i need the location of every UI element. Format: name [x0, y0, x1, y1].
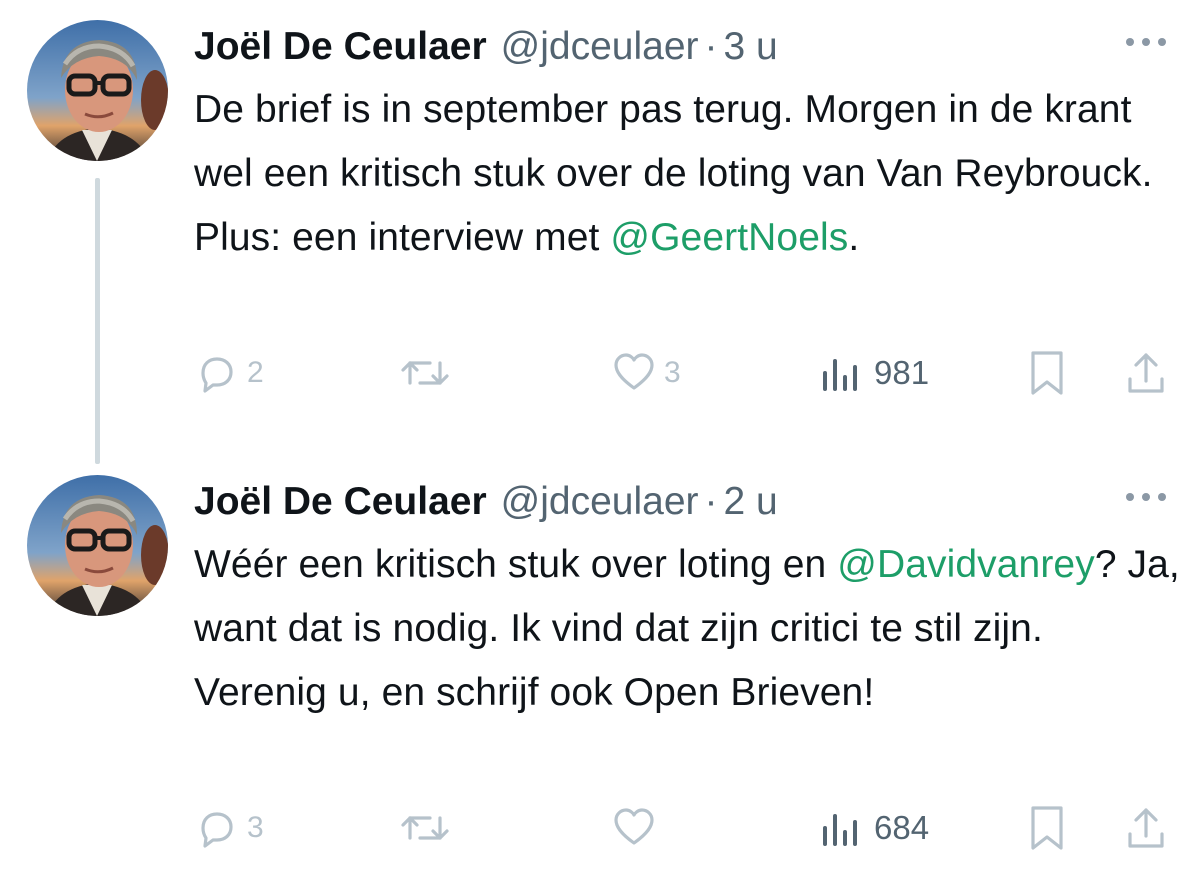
like-button[interactable]	[612, 803, 664, 853]
author-handle[interactable]: @jdceulaer	[501, 22, 699, 72]
reply-count: 2	[247, 356, 264, 389]
tweet-text: Wéér een kritisch stuk over loting en @D…	[194, 533, 1184, 725]
retweet-icon	[401, 816, 449, 840]
views-chart-icon	[823, 814, 857, 846]
views-button[interactable]: 684	[820, 803, 929, 853]
timestamp[interactable]: 2 u	[724, 477, 778, 527]
view-count: 684	[874, 809, 930, 846]
avatar[interactable]	[27, 20, 168, 161]
views-button[interactable]: 981	[820, 348, 929, 398]
author-handle[interactable]: @jdceulaer	[501, 477, 699, 527]
mention-link[interactable]: @Davidvanrey	[837, 543, 1095, 586]
retweet-button[interactable]	[398, 803, 460, 853]
tweet-text-part: Wéér een kritisch stuk over loting en	[194, 543, 838, 586]
reply-icon	[201, 357, 233, 393]
share-button[interactable]	[1124, 348, 1168, 398]
mention-link[interactable]: @GeertNoels	[610, 216, 848, 259]
bookmark-icon	[1031, 806, 1063, 850]
bookmark-button[interactable]	[1027, 803, 1067, 853]
author-name[interactable]: Joël De Ceulaer	[194, 22, 487, 72]
bookmark-icon	[1031, 351, 1063, 395]
views-chart-icon	[823, 359, 857, 391]
timestamp[interactable]: 3 u	[724, 22, 778, 72]
share-icon	[1128, 353, 1164, 393]
action-bar: 2 3 981	[0, 348, 1200, 398]
tweet-header: Joël De Ceulaer @jdceulaer · 2 u	[194, 477, 778, 527]
share-icon	[1128, 808, 1164, 848]
like-count: 3	[664, 356, 681, 389]
action-bar: 3 684	[0, 803, 1200, 853]
reply-count: 3	[247, 811, 264, 844]
tweet-header: Joël De Ceulaer @jdceulaer · 3 u	[194, 22, 778, 72]
retweet-button[interactable]	[398, 348, 460, 398]
reply-button[interactable]: 2	[195, 348, 264, 398]
bookmark-button[interactable]	[1027, 348, 1067, 398]
separator-dot: ·	[704, 25, 718, 68]
avatar-image	[27, 475, 168, 616]
reply-button[interactable]: 3	[195, 803, 264, 853]
share-button[interactable]	[1124, 803, 1168, 853]
like-button[interactable]: 3	[612, 348, 681, 398]
separator-dot: ·	[704, 480, 718, 523]
heart-icon	[614, 353, 654, 390]
avatar[interactable]	[27, 475, 168, 616]
thread-connector-line	[95, 178, 100, 464]
more-horizontal-icon[interactable]	[1124, 491, 1168, 503]
author-name[interactable]: Joël De Ceulaer	[194, 477, 487, 527]
tweet-text-part: .	[848, 216, 860, 259]
retweet-icon	[401, 361, 449, 385]
heart-icon	[614, 808, 654, 845]
avatar-image	[27, 20, 168, 161]
tweet-text: De brief is in september pas terug. Morg…	[194, 78, 1184, 270]
more-horizontal-icon[interactable]	[1124, 36, 1168, 48]
view-count: 981	[874, 354, 930, 391]
reply-icon	[201, 812, 233, 848]
